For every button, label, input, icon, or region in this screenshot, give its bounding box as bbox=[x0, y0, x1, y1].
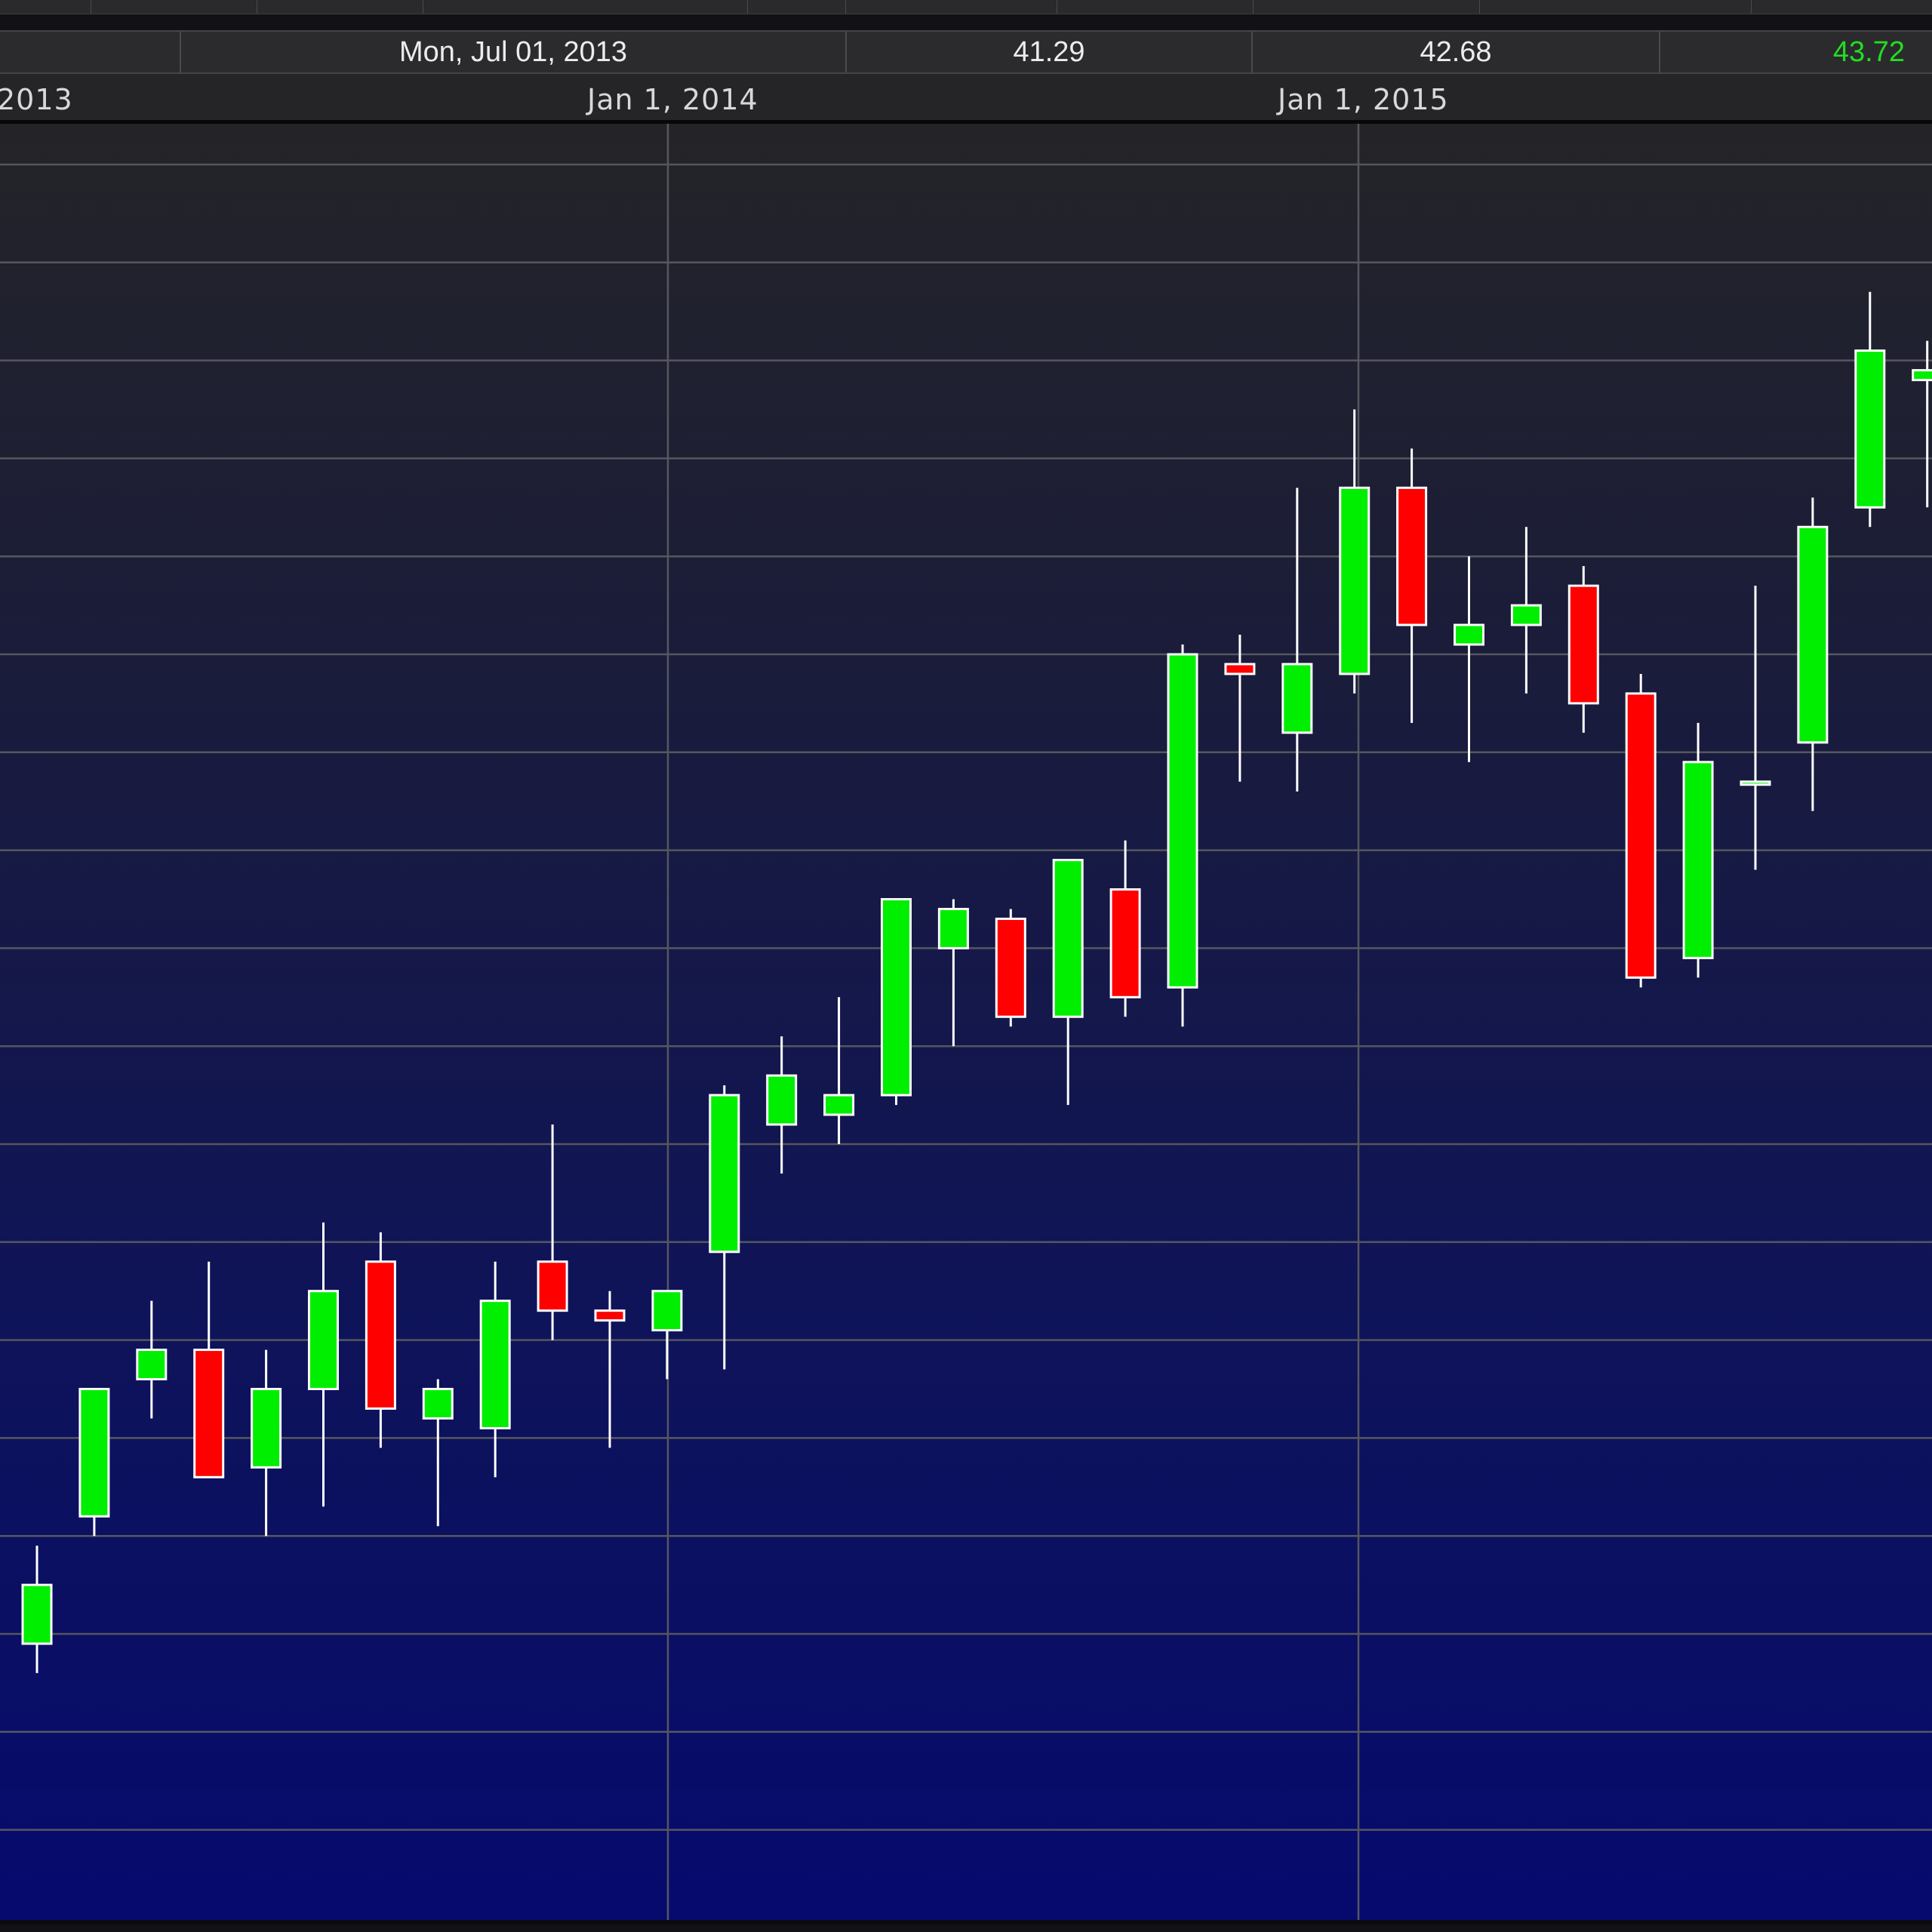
candle-body-up bbox=[1339, 486, 1371, 675]
candle-body-up bbox=[1797, 525, 1829, 744]
candle-body-up bbox=[937, 907, 969, 949]
candle-body-up bbox=[1281, 663, 1313, 734]
candle-body-up bbox=[308, 1290, 339, 1390]
candle-body-up bbox=[1052, 859, 1084, 1018]
info-cell-blank bbox=[0, 32, 181, 72]
candle-body-up bbox=[251, 1388, 282, 1469]
header-separator bbox=[845, 0, 846, 14]
header-separator bbox=[1479, 0, 1480, 14]
axis-tick-label: 2013 bbox=[0, 83, 73, 116]
header-separator bbox=[747, 0, 748, 14]
axis-tick-label: Jan 1, 2015 bbox=[1278, 83, 1449, 116]
candle-body-up bbox=[1682, 761, 1714, 959]
candle-body-up bbox=[651, 1290, 683, 1332]
candle-body-up bbox=[881, 898, 912, 1097]
candle-body-up bbox=[422, 1388, 454, 1420]
column-header-strip bbox=[0, 0, 1932, 14]
candle-body-up bbox=[21, 1583, 53, 1645]
candle-body-up bbox=[823, 1094, 855, 1116]
axis-tick-label: Jan 1, 2014 bbox=[587, 83, 758, 116]
candle-body-down bbox=[1396, 486, 1428, 626]
candle-body-down bbox=[537, 1260, 568, 1312]
header-separator bbox=[1253, 0, 1254, 14]
candle-body-up bbox=[1912, 369, 1932, 382]
candle-body-down bbox=[193, 1349, 225, 1478]
candle-body-up bbox=[78, 1388, 110, 1518]
candlestick-chart bbox=[0, 124, 1932, 1920]
time-axis: 2013 Jan 1, 2014 Jan 1, 2015 bbox=[0, 74, 1932, 124]
info-cell-value-3: 43.72 bbox=[1832, 36, 1905, 68]
info-cell-value-1: 41.29 bbox=[847, 32, 1253, 72]
candle-body-down bbox=[1109, 888, 1141, 998]
candle-body-down bbox=[365, 1260, 396, 1410]
candle-body-up bbox=[709, 1094, 740, 1254]
candle-body-down bbox=[1224, 663, 1256, 675]
info-cell-date: Mon, Jul 01, 2013 bbox=[181, 32, 847, 72]
info-cell-value-2: 42.68 bbox=[1253, 32, 1660, 72]
info-row: Mon, Jul 01, 2013 41.29 42.68 43.72 bbox=[0, 30, 1932, 74]
candle-body-down bbox=[995, 917, 1026, 1018]
candle-body-down bbox=[1625, 692, 1657, 979]
candle-body-down bbox=[1567, 584, 1599, 705]
candle-body-up bbox=[766, 1074, 798, 1126]
candle-body-up bbox=[1854, 349, 1886, 509]
candle-body-up bbox=[136, 1349, 168, 1381]
candle-body-up bbox=[1510, 604, 1542, 626]
candle-body-up bbox=[1454, 623, 1484, 646]
plot-area[interactable] bbox=[0, 124, 1932, 1924]
header-separator bbox=[1751, 0, 1752, 14]
candle-body-up bbox=[479, 1300, 511, 1429]
candle-body-up bbox=[1167, 653, 1198, 989]
candle-body-up bbox=[1740, 780, 1771, 786]
candle-body-down bbox=[594, 1309, 626, 1322]
